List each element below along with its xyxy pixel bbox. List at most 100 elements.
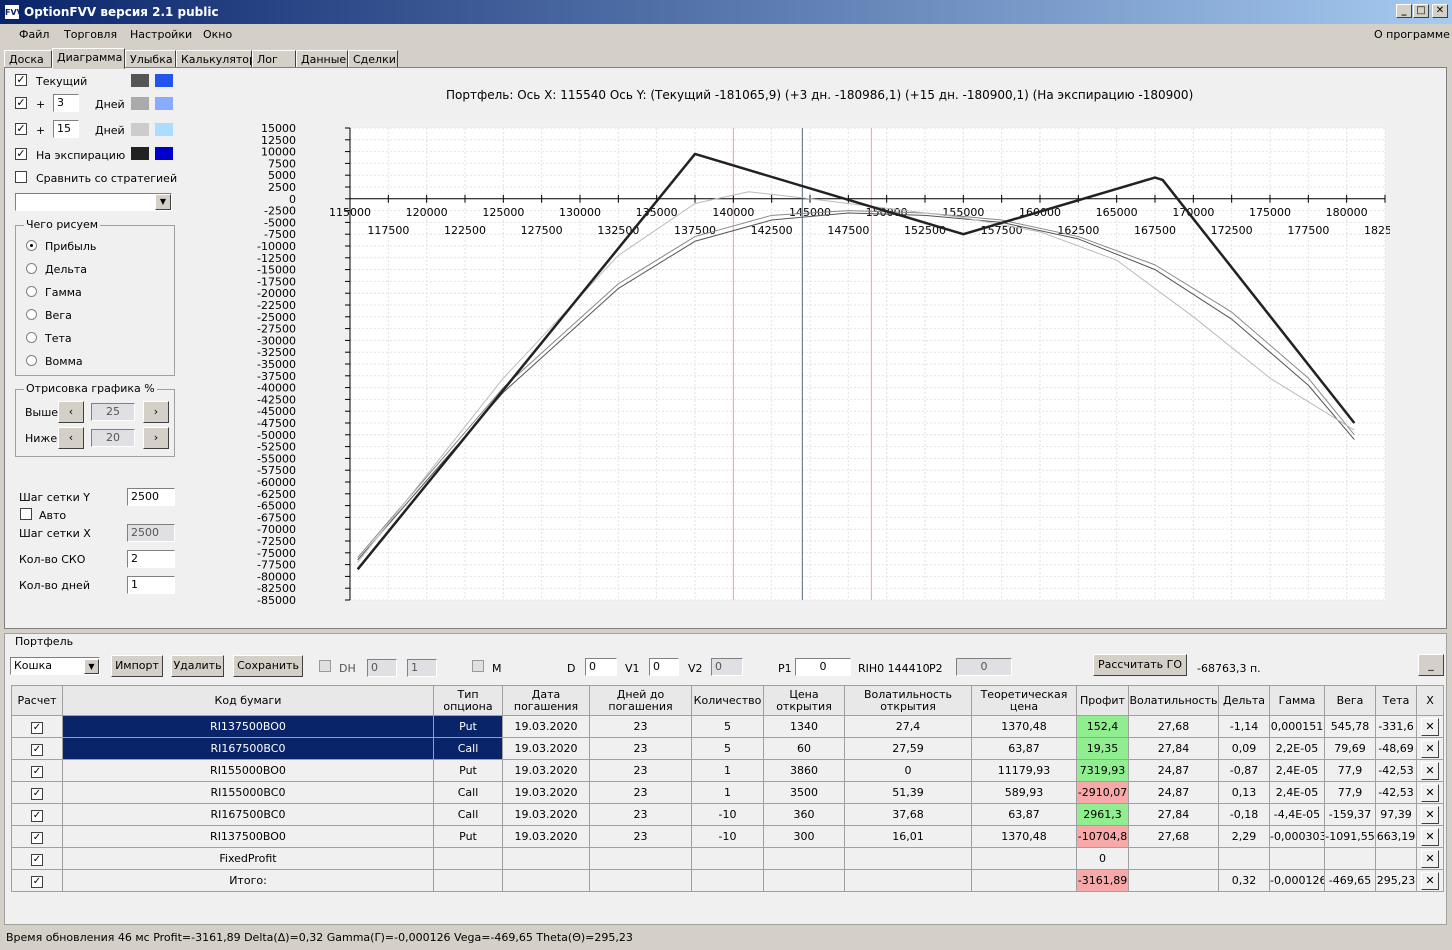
- col-open-vol[interactable]: Волатильность открытия: [844, 685, 972, 716]
- fixed-profit-row[interactable]: ✓ FixedProfit 0 ✕: [11, 847, 1444, 870]
- row-delete-button[interactable]: ✕: [1416, 847, 1444, 870]
- below-decrease-button[interactable]: ‹: [58, 427, 84, 449]
- m-checkbox[interactable]: [472, 660, 484, 672]
- row-calc-checkbox[interactable]: ✓: [11, 803, 63, 826]
- row-delete-button[interactable]: ✕: [1416, 803, 1444, 826]
- compare-checkbox[interactable]: [15, 171, 27, 183]
- sko-input[interactable]: 2: [127, 550, 175, 568]
- menu-window[interactable]: Окно: [203, 28, 232, 41]
- row-delete-button[interactable]: ✕: [1416, 825, 1444, 848]
- delete-button[interactable]: Удалить: [171, 655, 224, 677]
- menu-file[interactable]: Файл: [19, 28, 49, 41]
- check-icon[interactable]: ✓: [31, 853, 43, 866]
- auto-checkbox[interactable]: [20, 508, 32, 520]
- tab-log[interactable]: Лог: [252, 50, 296, 68]
- table-row[interactable]: ✓ RI155000BO0 Put 19.03.2020 23 1 3860 0 11179,9…: [11, 759, 1444, 782]
- dh-checkbox[interactable]: [319, 660, 331, 672]
- col-x[interactable]: X: [1416, 685, 1444, 716]
- col-vega[interactable]: Вега: [1324, 685, 1376, 716]
- expiry-color-1[interactable]: [131, 147, 149, 160]
- portfolio-select-chevron-down-icon[interactable]: ▼: [84, 659, 99, 674]
- row-calc-checkbox[interactable]: ✓: [11, 847, 63, 870]
- current-color-1[interactable]: [131, 74, 149, 87]
- close-button[interactable]: ✕: [1432, 4, 1448, 18]
- row-calc-checkbox[interactable]: ✓: [11, 869, 63, 892]
- calc-go-button[interactable]: Рассчитать ГО: [1093, 654, 1187, 676]
- table-row[interactable]: ✓ RI155000BC0 Call 19.03.2020 23 1 3500 51,39 58…: [11, 781, 1444, 804]
- col-theor-price[interactable]: Теоретическая цена: [971, 685, 1077, 716]
- tab-smile[interactable]: Улыбка: [125, 50, 176, 68]
- close-icon[interactable]: ✕: [1421, 717, 1439, 736]
- table-row[interactable]: ✓ RI137500BO0 Put 19.03.2020 23 -10 300 16,01 13…: [11, 825, 1444, 848]
- table-row[interactable]: ✓ RI167500BC0 Call 19.03.2020 23 5 60 27,59 63,8…: [11, 737, 1444, 760]
- check-icon[interactable]: ✓: [31, 809, 43, 822]
- col-gamma[interactable]: Гамма: [1269, 685, 1325, 716]
- row-delete-button[interactable]: ✕: [1416, 869, 1444, 892]
- strategy-select[interactable]: [15, 193, 172, 211]
- close-icon[interactable]: ✕: [1421, 805, 1439, 824]
- v1-input[interactable]: 0: [649, 658, 679, 676]
- col-vol[interactable]: Волатильность: [1128, 685, 1219, 716]
- close-icon[interactable]: ✕: [1421, 783, 1439, 802]
- check-icon[interactable]: ✓: [31, 787, 43, 800]
- row-calc-checkbox[interactable]: ✓: [11, 781, 63, 804]
- col-theta[interactable]: Тета: [1375, 685, 1417, 716]
- days1-input[interactable]: 3: [53, 94, 79, 112]
- panel-minimize-button[interactable]: _: [1418, 654, 1444, 676]
- tab-diagram[interactable]: Диаграмма: [52, 48, 125, 69]
- col-profit[interactable]: Профит: [1076, 685, 1129, 716]
- minimize-button[interactable]: _: [1396, 4, 1412, 18]
- save-button[interactable]: Сохранить: [233, 655, 303, 677]
- row-delete-button[interactable]: ✕: [1416, 715, 1444, 738]
- row-calc-checkbox[interactable]: ✓: [11, 759, 63, 782]
- row-delete-button[interactable]: ✕: [1416, 737, 1444, 760]
- table-row[interactable]: ✓ RI137500BO0 Put 19.03.2020 23 5 1340 27,4 1370…: [11, 715, 1444, 738]
- row-delete-button[interactable]: ✕: [1416, 759, 1444, 782]
- dh-spin-1[interactable]: 0: [367, 659, 397, 677]
- close-icon[interactable]: ✕: [1421, 739, 1439, 758]
- tab-calculator[interactable]: Калькулятор: [176, 50, 256, 68]
- menu-trade[interactable]: Торговля: [64, 28, 117, 41]
- import-button[interactable]: Импорт: [111, 655, 163, 677]
- col-calc[interactable]: Расчет: [11, 685, 63, 716]
- check-icon[interactable]: ✓: [31, 765, 43, 778]
- row-calc-checkbox[interactable]: ✓: [11, 737, 63, 760]
- days2-input[interactable]: 15: [53, 120, 79, 138]
- radio-vega[interactable]: [26, 309, 37, 320]
- days2-color-1[interactable]: [131, 123, 149, 136]
- radio-delta[interactable]: [26, 263, 37, 274]
- tab-board[interactable]: Доска: [4, 50, 52, 68]
- radio-theta[interactable]: [26, 332, 37, 343]
- tab-data[interactable]: Данные: [296, 50, 348, 68]
- p2-input[interactable]: 0: [956, 658, 1012, 676]
- expiry-color-2[interactable]: [155, 147, 173, 160]
- col-date[interactable]: Дата погашения: [502, 685, 590, 716]
- tab-deals[interactable]: Сделки: [348, 50, 398, 68]
- col-code[interactable]: Код бумаги: [62, 685, 434, 716]
- table-row[interactable]: ✓ RI167500BC0 Call 19.03.2020 23 -10 360 37,68 6…: [11, 803, 1444, 826]
- days2-checkbox[interactable]: ✓: [15, 123, 27, 135]
- p1-input[interactable]: 0: [795, 658, 851, 676]
- close-icon[interactable]: ✕: [1421, 827, 1439, 846]
- radio-gamma[interactable]: [26, 286, 37, 297]
- above-increase-button[interactable]: ›: [143, 401, 169, 423]
- row-calc-checkbox[interactable]: ✓: [11, 715, 63, 738]
- chevron-down-icon[interactable]: ▼: [155, 194, 171, 210]
- col-qty[interactable]: Количество: [691, 685, 764, 716]
- days1-color-2[interactable]: [155, 97, 173, 110]
- radio-vomma[interactable]: [26, 355, 37, 366]
- d-input[interactable]: 0: [585, 658, 617, 676]
- check-icon[interactable]: ✓: [31, 721, 43, 734]
- row-delete-button[interactable]: ✕: [1416, 781, 1444, 804]
- row-calc-checkbox[interactable]: ✓: [11, 825, 63, 848]
- col-open-price[interactable]: Цена открытия: [763, 685, 845, 716]
- v2-input[interactable]: 0: [711, 658, 743, 676]
- col-delta[interactable]: Дельта: [1218, 685, 1270, 716]
- days2-color-2[interactable]: [155, 123, 173, 136]
- col-type[interactable]: Тип опциона: [433, 685, 503, 716]
- col-days[interactable]: Дней до погашения: [589, 685, 692, 716]
- current-checkbox[interactable]: ✓: [15, 74, 27, 86]
- close-icon[interactable]: ✕: [1421, 761, 1439, 780]
- radio-profit[interactable]: [26, 240, 37, 251]
- check-icon[interactable]: ✓: [31, 831, 43, 844]
